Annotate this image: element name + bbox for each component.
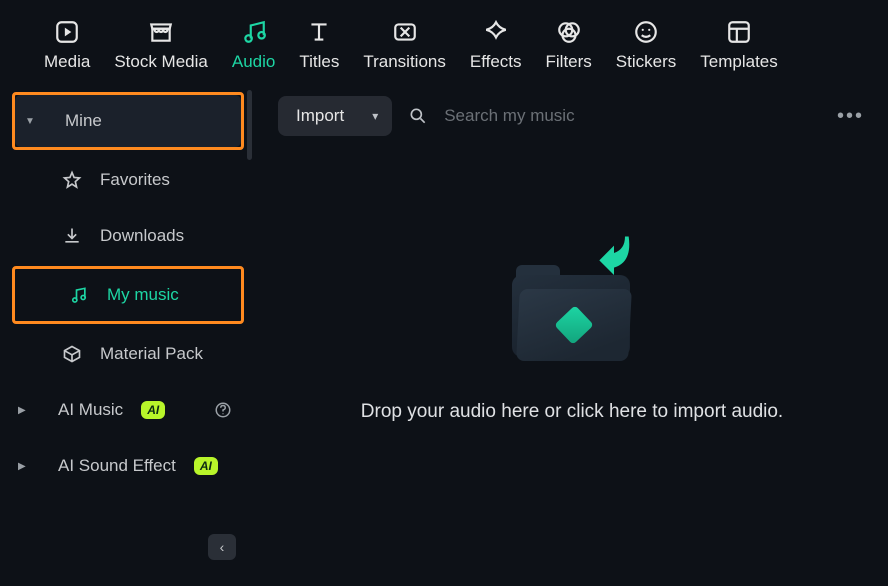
tab-media[interactable]: Media xyxy=(44,18,90,72)
store-icon xyxy=(148,19,174,45)
sidebar-item-ai-sound-effect[interactable]: ▶ AI Sound Effect AI xyxy=(8,438,248,494)
tab-label: Media xyxy=(44,52,90,72)
ellipsis-icon: ••• xyxy=(837,105,864,127)
chevron-left-icon: ‹ xyxy=(220,539,225,555)
tab-label: Stock Media xyxy=(114,52,208,72)
content-toolbar: Import ▾ ••• xyxy=(274,92,870,146)
package-icon xyxy=(62,344,82,364)
chevron-right-icon: ▶ xyxy=(18,405,26,416)
sidebar-item-label: Favorites xyxy=(100,170,170,190)
tab-effects[interactable]: Effects xyxy=(470,18,522,72)
search-input[interactable] xyxy=(444,106,815,126)
content-panel: Import ▾ ••• Drop your audio here or cli… xyxy=(256,80,888,574)
music-icon xyxy=(69,285,89,305)
scrollbar[interactable] xyxy=(247,90,252,160)
tab-audio[interactable]: Audio xyxy=(232,18,275,72)
tab-label: Effects xyxy=(470,52,522,72)
main: ▼ Mine Favorites Downloads My music xyxy=(0,80,888,574)
chevron-down-icon: ▾ xyxy=(372,109,378,123)
filters-icon xyxy=(556,19,582,45)
music-icon xyxy=(241,19,267,45)
sidebar-item-label: Downloads xyxy=(100,226,184,246)
download-icon xyxy=(62,226,82,246)
highlight-mine: ▼ Mine xyxy=(12,92,244,150)
drop-area[interactable]: Drop your audio here or click here to im… xyxy=(274,146,870,574)
import-button[interactable]: Import ▾ xyxy=(278,96,392,136)
tab-label: Filters xyxy=(546,52,592,72)
tab-titles[interactable]: Titles xyxy=(299,18,339,72)
sidebar-item-label: Mine xyxy=(65,111,102,131)
sidebar-item-label: My music xyxy=(107,285,179,305)
tab-stock-media[interactable]: Stock Media xyxy=(114,18,208,72)
sidebar-item-label: AI Sound Effect xyxy=(58,456,176,476)
chevron-right-icon: ▶ xyxy=(18,461,26,472)
tab-transitions[interactable]: Transitions xyxy=(363,18,446,72)
import-label: Import xyxy=(296,106,344,126)
folder-illustration xyxy=(502,247,642,367)
highlight-my-music: My music xyxy=(12,266,244,324)
tab-label: Stickers xyxy=(616,52,676,72)
top-tabs: Media Stock Media Audio Titles Transitio… xyxy=(0,0,888,80)
sidebar-item-downloads[interactable]: Downloads xyxy=(8,208,248,264)
effects-icon xyxy=(483,19,509,45)
star-icon xyxy=(62,170,82,190)
more-button[interactable]: ••• xyxy=(831,105,870,128)
ai-badge: AI xyxy=(141,401,165,419)
sidebar-item-my-music[interactable]: My music xyxy=(15,269,241,321)
drop-text: Drop your audio here or click here to im… xyxy=(361,401,783,423)
tab-filters[interactable]: Filters xyxy=(546,18,592,72)
transitions-icon xyxy=(392,19,418,45)
sidebar-item-ai-music[interactable]: ▶ AI Music AI xyxy=(8,382,248,438)
sticker-icon xyxy=(633,19,659,45)
sidebar-item-material-pack[interactable]: Material Pack xyxy=(8,326,248,382)
collapse-sidebar-button[interactable]: ‹ xyxy=(208,534,236,560)
tab-label: Audio xyxy=(232,52,275,72)
search-icon[interactable] xyxy=(408,106,428,126)
tab-label: Titles xyxy=(299,52,339,72)
text-icon xyxy=(306,19,332,45)
tab-label: Templates xyxy=(700,52,777,72)
sidebar-item-favorites[interactable]: Favorites xyxy=(8,152,248,208)
download-arrow-icon xyxy=(592,231,636,275)
sidebar-item-label: AI Music xyxy=(58,400,123,420)
templates-icon xyxy=(726,19,752,45)
sidebar: ▼ Mine Favorites Downloads My music xyxy=(0,80,256,574)
sidebar-item-mine[interactable]: ▼ Mine xyxy=(15,95,241,147)
sidebar-item-label: Material Pack xyxy=(100,344,203,364)
media-icon xyxy=(54,19,80,45)
tab-templates[interactable]: Templates xyxy=(700,18,777,72)
help-icon[interactable] xyxy=(214,401,232,419)
tab-stickers[interactable]: Stickers xyxy=(616,18,676,72)
ai-badge: AI xyxy=(194,457,218,475)
tab-label: Transitions xyxy=(363,52,446,72)
chevron-down-icon: ▼ xyxy=(25,116,35,127)
